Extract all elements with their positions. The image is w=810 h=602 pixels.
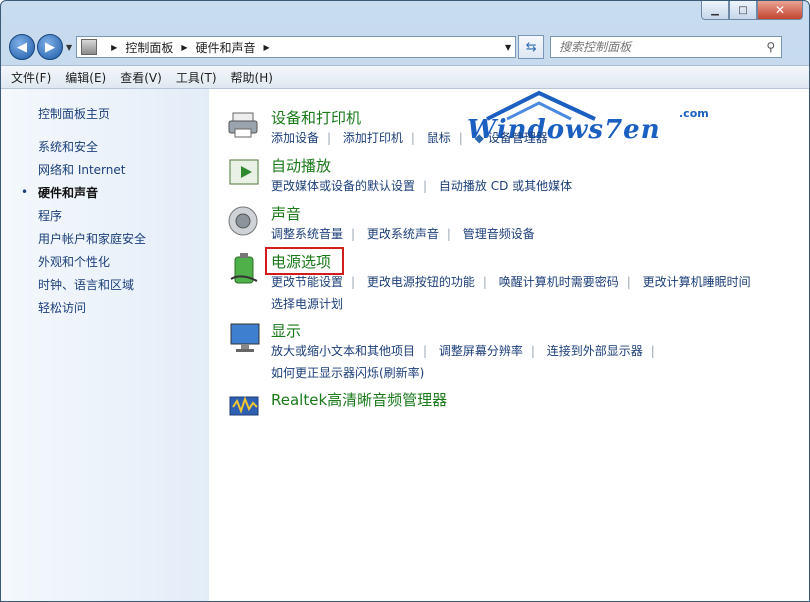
link-fix-flicker[interactable]: 如何更正显示器闪烁(刷新率) [271, 364, 663, 381]
link-zoom-text[interactable]: 放大或缩小文本和其他项目 [271, 344, 415, 358]
shield-icon: ◆ [474, 131, 484, 145]
link-adjust-volume[interactable]: 调整系统音量 [271, 227, 343, 241]
menu-tools[interactable]: 工具(T) [176, 69, 217, 86]
breadcrumb-separator-icon[interactable]: ▶ [264, 43, 270, 52]
menu-edit[interactable]: 编辑(E) [65, 69, 106, 86]
realtek-audio-icon [229, 396, 259, 416]
highlight-box [265, 247, 344, 275]
breadcrumb-separator-icon[interactable]: ▶ [111, 43, 117, 52]
sidebar-item-system-security[interactable]: 系统和安全 [38, 138, 98, 155]
address-bar[interactable]: ▶ 控制面板 ▶ 硬件和声音 ▶ ▼ [76, 36, 517, 58]
minimize-button[interactable]: ▁ [701, 1, 729, 20]
sidebar-item-ease-of-access[interactable]: 轻松访问 [38, 299, 86, 316]
link-change-sounds[interactable]: 更改系统声音 [367, 227, 439, 241]
category-links: 更改节能设置 | 更改电源按钮的功能 | 唤醒计算机时需要密码 | 更改计算机睡眠时间… [271, 275, 751, 312]
breadcrumb-control-panel[interactable]: 控制面板 [125, 39, 173, 56]
refresh-icon: ⇆ [525, 39, 537, 55]
breadcrumb-hardware-sound[interactable]: 硬件和声音 [195, 39, 255, 56]
sidebar-item-user-accounts[interactable]: 用户帐户和家庭安全 [38, 230, 146, 247]
caption-buttons: ▁ □ ✕ [701, 1, 803, 20]
navigation-bar: ◀ ▶ ▼ ▶ 控制面板 ▶ 硬件和声音 ▶ ▼ ⇆ ⚲ [9, 33, 803, 61]
category-links: 调整系统音量 | 更改系统声音 | 管理音频设备 [271, 227, 535, 241]
category-title[interactable]: 设备和打印机 [271, 107, 361, 128]
printer-icon [228, 112, 258, 138]
back-arrow-icon: ◀ [17, 39, 27, 55]
category-links: 放大或缩小文本和其他项目 | 调整屏幕分辨率 | 连接到外部显示器 | 如何更正显示器… [271, 342, 663, 381]
search-input[interactable] [557, 39, 767, 55]
link-change-media-defaults[interactable]: 更改媒体或设备的默认设置 [271, 179, 415, 193]
link-change-sleep-time[interactable]: 更改计算机睡眠时间 [643, 275, 751, 289]
menu-bar: 文件(F) 编辑(E) 查看(V) 工具(T) 帮助(H) [1, 65, 809, 89]
control-panel-window: ▁ □ ✕ ◀ ▶ ▼ ▶ 控制面板 ▶ 硬件和声音 ▶ ▼ ⇆ ⚲ 文件(F)… [0, 0, 810, 602]
active-bullet-icon: • [21, 185, 29, 199]
autoplay-icon [229, 159, 259, 185]
control-panel-icon [81, 39, 98, 55]
content-area: 控制面板主页 系统和安全 网络和 Internet • 硬件和声音 程序 用户帐… [1, 89, 809, 601]
link-add-device[interactable]: 添加设备 [271, 131, 319, 145]
link-require-password-wake[interactable]: 唤醒计算机时需要密码 [499, 275, 619, 289]
power-battery-icon [230, 253, 258, 284]
category-title[interactable]: 自动播放 [271, 155, 331, 176]
sidebar-item-home[interactable]: 控制面板主页 [38, 105, 110, 122]
sidebar-item-clock-region[interactable]: 时钟、语言和区域 [38, 276, 134, 293]
link-power-saving-settings[interactable]: 更改节能设置 [271, 275, 343, 289]
link-screen-resolution[interactable]: 调整屏幕分辨率 [439, 344, 523, 358]
sidebar-item-appearance[interactable]: 外观和个性化 [38, 253, 110, 270]
sidebar-item-network[interactable]: 网络和 Internet [38, 161, 125, 178]
category-title[interactable]: Realtek高清晰音频管理器 [271, 389, 447, 410]
forward-button[interactable]: ▶ [37, 34, 63, 60]
category-links: 更改媒体或设备的默认设置 | 自动播放 CD 或其他媒体 [271, 179, 573, 193]
close-button[interactable]: ✕ [757, 1, 803, 20]
maximize-button[interactable]: □ [729, 1, 757, 20]
link-manage-audio-devices[interactable]: 管理音频设备 [463, 227, 535, 241]
sidebar-item-hardware-sound[interactable]: 硬件和声音 [38, 184, 98, 201]
refresh-button[interactable]: ⇆ [518, 35, 545, 59]
menu-file[interactable]: 文件(F) [11, 69, 51, 86]
sidebar: 控制面板主页 系统和安全 网络和 Internet • 硬件和声音 程序 用户帐… [1, 89, 209, 601]
menu-view[interactable]: 查看(V) [120, 69, 162, 86]
recent-pages-dropdown-icon[interactable]: ▼ [66, 43, 72, 52]
link-connect-external-display[interactable]: 连接到外部显示器 [547, 344, 643, 358]
category-title[interactable]: 显示 [271, 320, 301, 341]
search-icon[interactable]: ⚲ [766, 40, 775, 54]
link-device-manager[interactable]: 设备管理器 [488, 131, 548, 145]
forward-arrow-icon: ▶ [45, 39, 55, 55]
title-bar: ▁ □ ✕ [1, 1, 809, 31]
breadcrumb-separator-icon[interactable]: ▶ [181, 43, 187, 52]
search-box[interactable]: ⚲ [550, 36, 783, 58]
back-button[interactable]: ◀ [9, 34, 35, 60]
menu-help[interactable]: 帮助(H) [231, 69, 273, 86]
sidebar-item-programs[interactable]: 程序 [38, 207, 62, 224]
display-icon [230, 323, 260, 352]
speaker-icon [228, 206, 258, 236]
link-power-button-function[interactable]: 更改电源按钮的功能 [367, 275, 475, 289]
category-title[interactable]: 声音 [271, 203, 301, 224]
watermark-com: .com [679, 107, 709, 120]
link-autoplay-cd[interactable]: 自动播放 CD 或其他媒体 [439, 179, 572, 193]
link-add-printer[interactable]: 添加打印机 [343, 131, 403, 145]
link-choose-power-plan[interactable]: 选择电源计划 [271, 295, 751, 312]
category-links: 添加设备 | 添加打印机 | 鼠标 | ◆ 设备管理器 [271, 131, 548, 145]
link-mouse[interactable]: 鼠标 [427, 131, 451, 145]
address-dropdown-icon[interactable]: ▼ [505, 43, 511, 52]
